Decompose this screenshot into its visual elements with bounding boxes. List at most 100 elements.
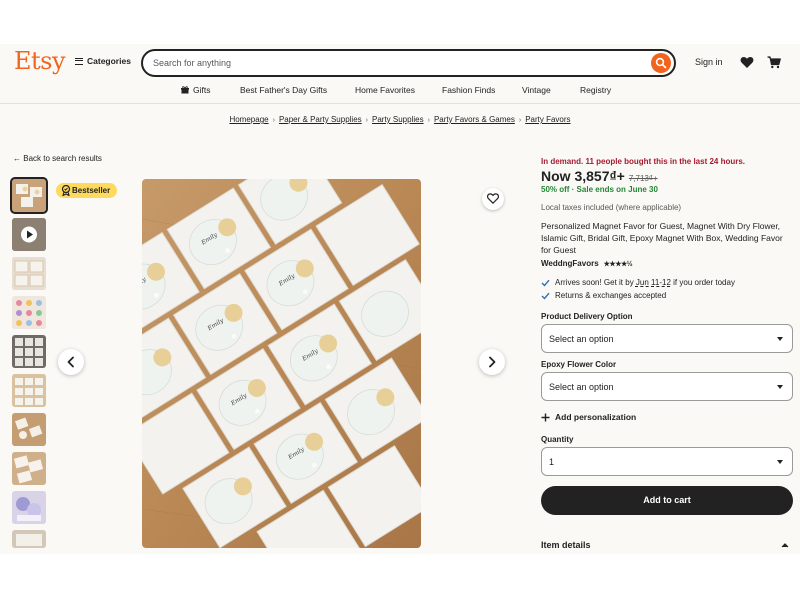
thumbnail-video[interactable]: [12, 218, 46, 251]
check-icon: [541, 292, 550, 300]
thumbnail-image: [12, 179, 46, 212]
thumbnail[interactable]: [10, 177, 48, 214]
product-photo: EmilyEmilyEmilyEmilyEmilyEmilyEmily: [142, 179, 421, 548]
nav-item-vintage[interactable]: Vintage: [522, 85, 551, 95]
search-button[interactable]: [651, 53, 671, 73]
category-nav: Gifts Best Father's Day Gifts Home Favor…: [0, 82, 800, 104]
arrives-suffix: if you order today: [670, 278, 735, 287]
breadcrumb-party-supplies[interactable]: Party Supplies: [372, 115, 424, 124]
award-ribbon-icon: [61, 185, 71, 196]
delivery-option-select[interactable]: Select an option: [541, 324, 793, 353]
sign-in-link[interactable]: Sign in: [695, 57, 723, 67]
etsy-logo[interactable]: Etsy: [14, 47, 66, 75]
breadcrumb: Homepage › Paper & Party Supplies › Party Su…: [0, 115, 800, 124]
quantity-label: Quantity: [541, 435, 574, 444]
nav-item-gifts[interactable]: Gifts: [181, 85, 210, 95]
thumbnail-image: [12, 374, 46, 407]
thumbnail-image: [12, 335, 46, 368]
thumbnail[interactable]: [12, 296, 46, 329]
favorites-heart-icon[interactable]: [740, 56, 754, 69]
arrives-prefix: Arrives soon! Get it by: [555, 278, 636, 287]
thumbnail[interactable]: [12, 335, 46, 368]
thumbnail-image: [12, 491, 46, 524]
thumbnail[interactable]: [12, 374, 46, 407]
cart-icon[interactable]: [767, 56, 781, 69]
menu-icon: [75, 57, 83, 65]
rating-stars: ★★★★½: [603, 260, 633, 268]
sale-notice: 50% off · Sale ends on June 30: [541, 185, 658, 194]
quantity-select[interactable]: 1: [541, 447, 793, 476]
chevron-right-icon: ›: [427, 117, 430, 124]
delivery-option-value: Select an option: [549, 334, 614, 344]
flower-color-select[interactable]: Select an option: [541, 372, 793, 401]
nav-item-home-favorites[interactable]: Home Favorites: [355, 85, 415, 95]
plus-icon: [541, 413, 550, 421]
arrow-left-icon: ←: [13, 154, 21, 163]
chevron-left-icon: [67, 356, 74, 368]
check-icon: [541, 279, 550, 287]
back-label: Back to search results: [23, 154, 102, 163]
search-input[interactable]: [153, 56, 633, 70]
breadcrumb-party-favors-games[interactable]: Party Favors & Games: [434, 115, 515, 124]
page: Etsy Categories Sign in: [0, 44, 800, 554]
next-image-button[interactable]: [479, 349, 505, 375]
breadcrumb-homepage[interactable]: Homepage: [229, 115, 268, 124]
item-details-toggle[interactable]: Item details: [541, 540, 793, 550]
categories-label: Categories: [87, 56, 131, 66]
shop-name-link[interactable]: WeddngFavors: [541, 259, 599, 268]
heart-outline-icon: [487, 193, 499, 204]
arrival-date[interactable]: Jun 11-12: [636, 278, 671, 287]
nav-item-fathers-day[interactable]: Best Father's Day Gifts: [240, 85, 327, 95]
add-to-cart-button[interactable]: Add to cart: [541, 486, 793, 515]
chevron-right-icon: ›: [518, 117, 522, 124]
thumbnail[interactable]: [12, 530, 46, 548]
caret-down-icon: [777, 337, 783, 341]
thumbnail[interactable]: [12, 452, 46, 485]
demand-notice: In demand. 11 people bought this in the …: [541, 157, 746, 166]
returns-policy: Returns & exchanges accepted: [541, 291, 793, 300]
flower-color-label: Epoxy Flower Color: [541, 360, 617, 369]
caret-down-icon: [777, 385, 783, 389]
chevron-up-icon: [781, 543, 789, 548]
breadcrumb-party-favors[interactable]: Party Favors: [525, 115, 570, 124]
returns-label: Returns & exchanges accepted: [555, 291, 667, 300]
add-personalization-label: Add personalization: [555, 412, 637, 422]
header: Etsy Categories Sign in: [0, 44, 800, 82]
play-icon: [12, 218, 46, 251]
thumbnail-image: [12, 296, 46, 329]
chevron-right-icon: ›: [365, 117, 368, 124]
current-price: Now 3,857₫+: [541, 168, 625, 184]
original-price: 7,713₫+: [628, 174, 658, 183]
quantity-value: 1: [549, 457, 555, 467]
nav-item-fashion-finds[interactable]: Fashion Finds: [442, 85, 495, 95]
caret-down-icon: [777, 460, 783, 464]
search-icon: [655, 57, 667, 69]
search-bar: [141, 49, 676, 77]
thumbnail[interactable]: [12, 413, 46, 446]
nav-item-registry[interactable]: Registry: [580, 85, 611, 95]
tax-notice: Local taxes included (where applicable): [541, 203, 682, 212]
flower-color-value: Select an option: [549, 382, 614, 392]
thumbnail-image: [12, 413, 46, 446]
delivery-estimate: Arrives soon! Get it by Jun 11-12 if you…: [541, 278, 793, 287]
thumbnail-image: [12, 530, 46, 548]
thumbnail[interactable]: [12, 491, 46, 524]
back-to-results-link[interactable]: ← Back to search results: [13, 154, 102, 163]
product-title: Personalized Magnet Favor for Guest, Mag…: [541, 221, 783, 255]
bestseller-badge: Bestseller: [56, 183, 118, 198]
previous-image-button[interactable]: [58, 349, 84, 375]
shop-info: WeddngFavors ★★★★½: [541, 259, 793, 268]
gift-icon: [181, 86, 189, 94]
breadcrumb-paper-party[interactable]: Paper & Party Supplies: [279, 115, 362, 124]
product-main-image[interactable]: Emily Emily Emily Emily Emily Emily Emily: [142, 179, 421, 548]
thumbnail-image: [12, 257, 46, 290]
chevron-right-icon: [489, 356, 496, 368]
price-row: Now 3,857₫+ 7,713₫+: [541, 168, 793, 184]
add-personalization-button[interactable]: Add personalization: [541, 412, 793, 422]
thumbnail[interactable]: [12, 257, 46, 290]
favorite-button[interactable]: [482, 188, 504, 210]
bestseller-label: Bestseller: [72, 186, 111, 195]
item-details-label: Item details: [541, 540, 591, 550]
thumbnail-image: [12, 452, 46, 485]
categories-button[interactable]: Categories: [75, 56, 131, 66]
